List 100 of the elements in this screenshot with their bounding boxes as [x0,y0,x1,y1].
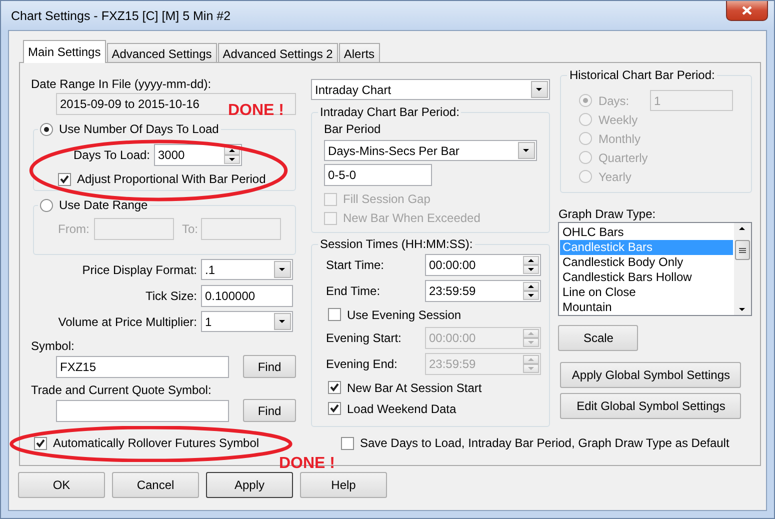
tab[interactable]: Alerts [338,43,380,62]
spin-up-button[interactable] [523,282,539,291]
up-arrow-icon [528,357,534,362]
dialog-button[interactable]: Help [300,472,387,498]
group-title: Session Times (HH:MM:SS): [320,237,473,251]
dialog-button[interactable]: Cancel [112,472,199,498]
field-label: Start Time: [326,258,386,272]
settings-button[interactable]: Apply Global Symbol Settings [560,362,742,388]
window-title: Chart Settings - FXZ15 [C] [M] 5 Min #2 [11,8,231,22]
checkbox[interactable] [341,436,354,450]
down-arrow-icon [528,340,534,345]
close-icon [742,6,752,15]
spinner-field[interactable]: 23:59:59 [425,280,541,302]
spinner-field[interactable]: 3000 [154,144,242,166]
from-date-field[interactable] [94,218,174,240]
down-arrow-icon [279,319,286,324]
text-field[interactable]: 0-5-0 [324,164,432,186]
dropdown[interactable]: .1 [201,259,293,280]
up-arrow-icon [739,226,746,231]
scrollbar[interactable] [734,223,751,315]
annotation-text: DONE ! [279,455,335,473]
checkbox[interactable] [58,172,71,186]
tab[interactable]: Advanced Settings 2 [218,43,338,62]
down-arrow-icon [523,148,530,153]
checkbox-label: New Bar When Exceeded [343,211,480,225]
down-arrow-icon [536,87,543,92]
radio-button[interactable] [40,198,53,212]
field-label: Tick Size: [144,288,198,302]
field-label: Bar Period [324,122,382,137]
down-arrow-icon [228,157,236,162]
checkbox-label: Automatically Rollover Futures Symbol [53,436,260,450]
checkbox[interactable] [34,436,47,450]
checkbox-label: Fill Session Gap [343,192,430,206]
dropdown[interactable]: Intraday Chart [311,79,550,100]
checkbox-label: Adjust Proportional With Bar Period [77,172,266,186]
spin-down-button[interactable] [523,265,539,274]
group-title: Intraday Chart Bar Period: [320,105,460,119]
down-arrow-icon [528,366,534,371]
symbol-field[interactable]: FXZ15 [56,356,229,378]
group-title: Historical Chart Bar Period: [569,68,715,82]
radio-label: Yearly [598,170,632,184]
radio-button[interactable] [40,122,53,136]
text-field[interactable]: 0.100000 [201,284,293,306]
spinner-field[interactable]: 00:00:00 [425,254,541,276]
spin-down-button[interactable] [523,291,539,300]
down-arrow-icon [528,267,534,272]
checkbox[interactable] [328,402,341,415]
list-item[interactable]: Candlestick Body Only [560,255,733,270]
field-label: Trade and Current Quote Symbol: [31,383,212,398]
down-arrow-icon [528,293,534,298]
list-item[interactable]: Candlestick Bars Hollow [560,270,733,285]
symbol-field[interactable] [56,400,229,422]
spin-up-button[interactable] [523,256,539,265]
radio-label: Use Number Of Days To Load [59,122,219,136]
field-label: Graph Draw Type: [558,207,657,222]
to-date-field[interactable] [201,218,282,240]
radio-label: Days: [598,94,630,108]
list-box[interactable]: OHLC Bars Candlestick Bars Candlestick Body Only Candlestick Bars Hollow Line on Close Mountain [558,222,752,316]
down-arrow-icon [279,267,286,272]
dialog-button[interactable]: Apply [206,472,293,498]
dialog-button[interactable]: OK [18,472,105,498]
annotation-text: DONE ! [228,102,284,120]
checkbox-label: Use Evening Session [347,308,462,322]
field-label: Evening End: [326,357,398,371]
radio-label: Weekly [598,112,638,126]
field-label: To: [182,222,198,236]
field-label: From: [58,222,90,236]
radio-label: Monthly [598,132,640,146]
field-label: End Time: [326,284,382,298]
checkbox-label: Load Weekend Data [347,402,456,416]
find-button[interactable]: Find [243,399,296,422]
scale-button[interactable]: Scale [558,325,638,351]
close-button[interactable] [726,1,768,21]
checkbox[interactable] [328,308,341,321]
field-label: Date Range In File (yyyy-mm-dd): [31,77,212,93]
field-label: Volume at Price Multiplier: [57,314,198,328]
radio-label: Use Date Range [59,198,148,212]
up-arrow-icon [528,258,534,263]
field-label: Evening Start: [326,331,402,345]
up-arrow-icon [228,148,236,153]
field-label: Price Display Format: [81,262,198,276]
dropdown[interactable]: 1 [201,311,293,332]
list-item[interactable]: OHLC Bars [560,225,733,240]
checkbox-label: Save Days to Load, Intraday Bar Period, Graph Draw Type as Default [360,436,730,450]
tab[interactable]: Advanced Settings [106,43,217,62]
settings-button[interactable]: Edit Global Symbol Settings [560,393,742,419]
field-label: Days To Load: [72,148,151,162]
dropdown[interactable]: Days-Mins-Secs Per Bar [324,140,537,161]
list-item[interactable]: Mountain [560,300,733,315]
scroll-thumb[interactable] [735,240,750,260]
up-arrow-icon [528,284,534,289]
down-arrow-icon [739,307,746,312]
up-arrow-icon [528,331,534,336]
checkbox-label: New Bar At Session Start [347,380,482,394]
tab[interactable]: Main Settings [23,40,106,63]
checkbox[interactable] [328,381,341,394]
list-item[interactable]: Line on Close [560,285,733,300]
field-label: Symbol: [31,339,76,354]
find-button[interactable]: Find [243,355,296,378]
spin-down-button[interactable] [224,155,240,164]
